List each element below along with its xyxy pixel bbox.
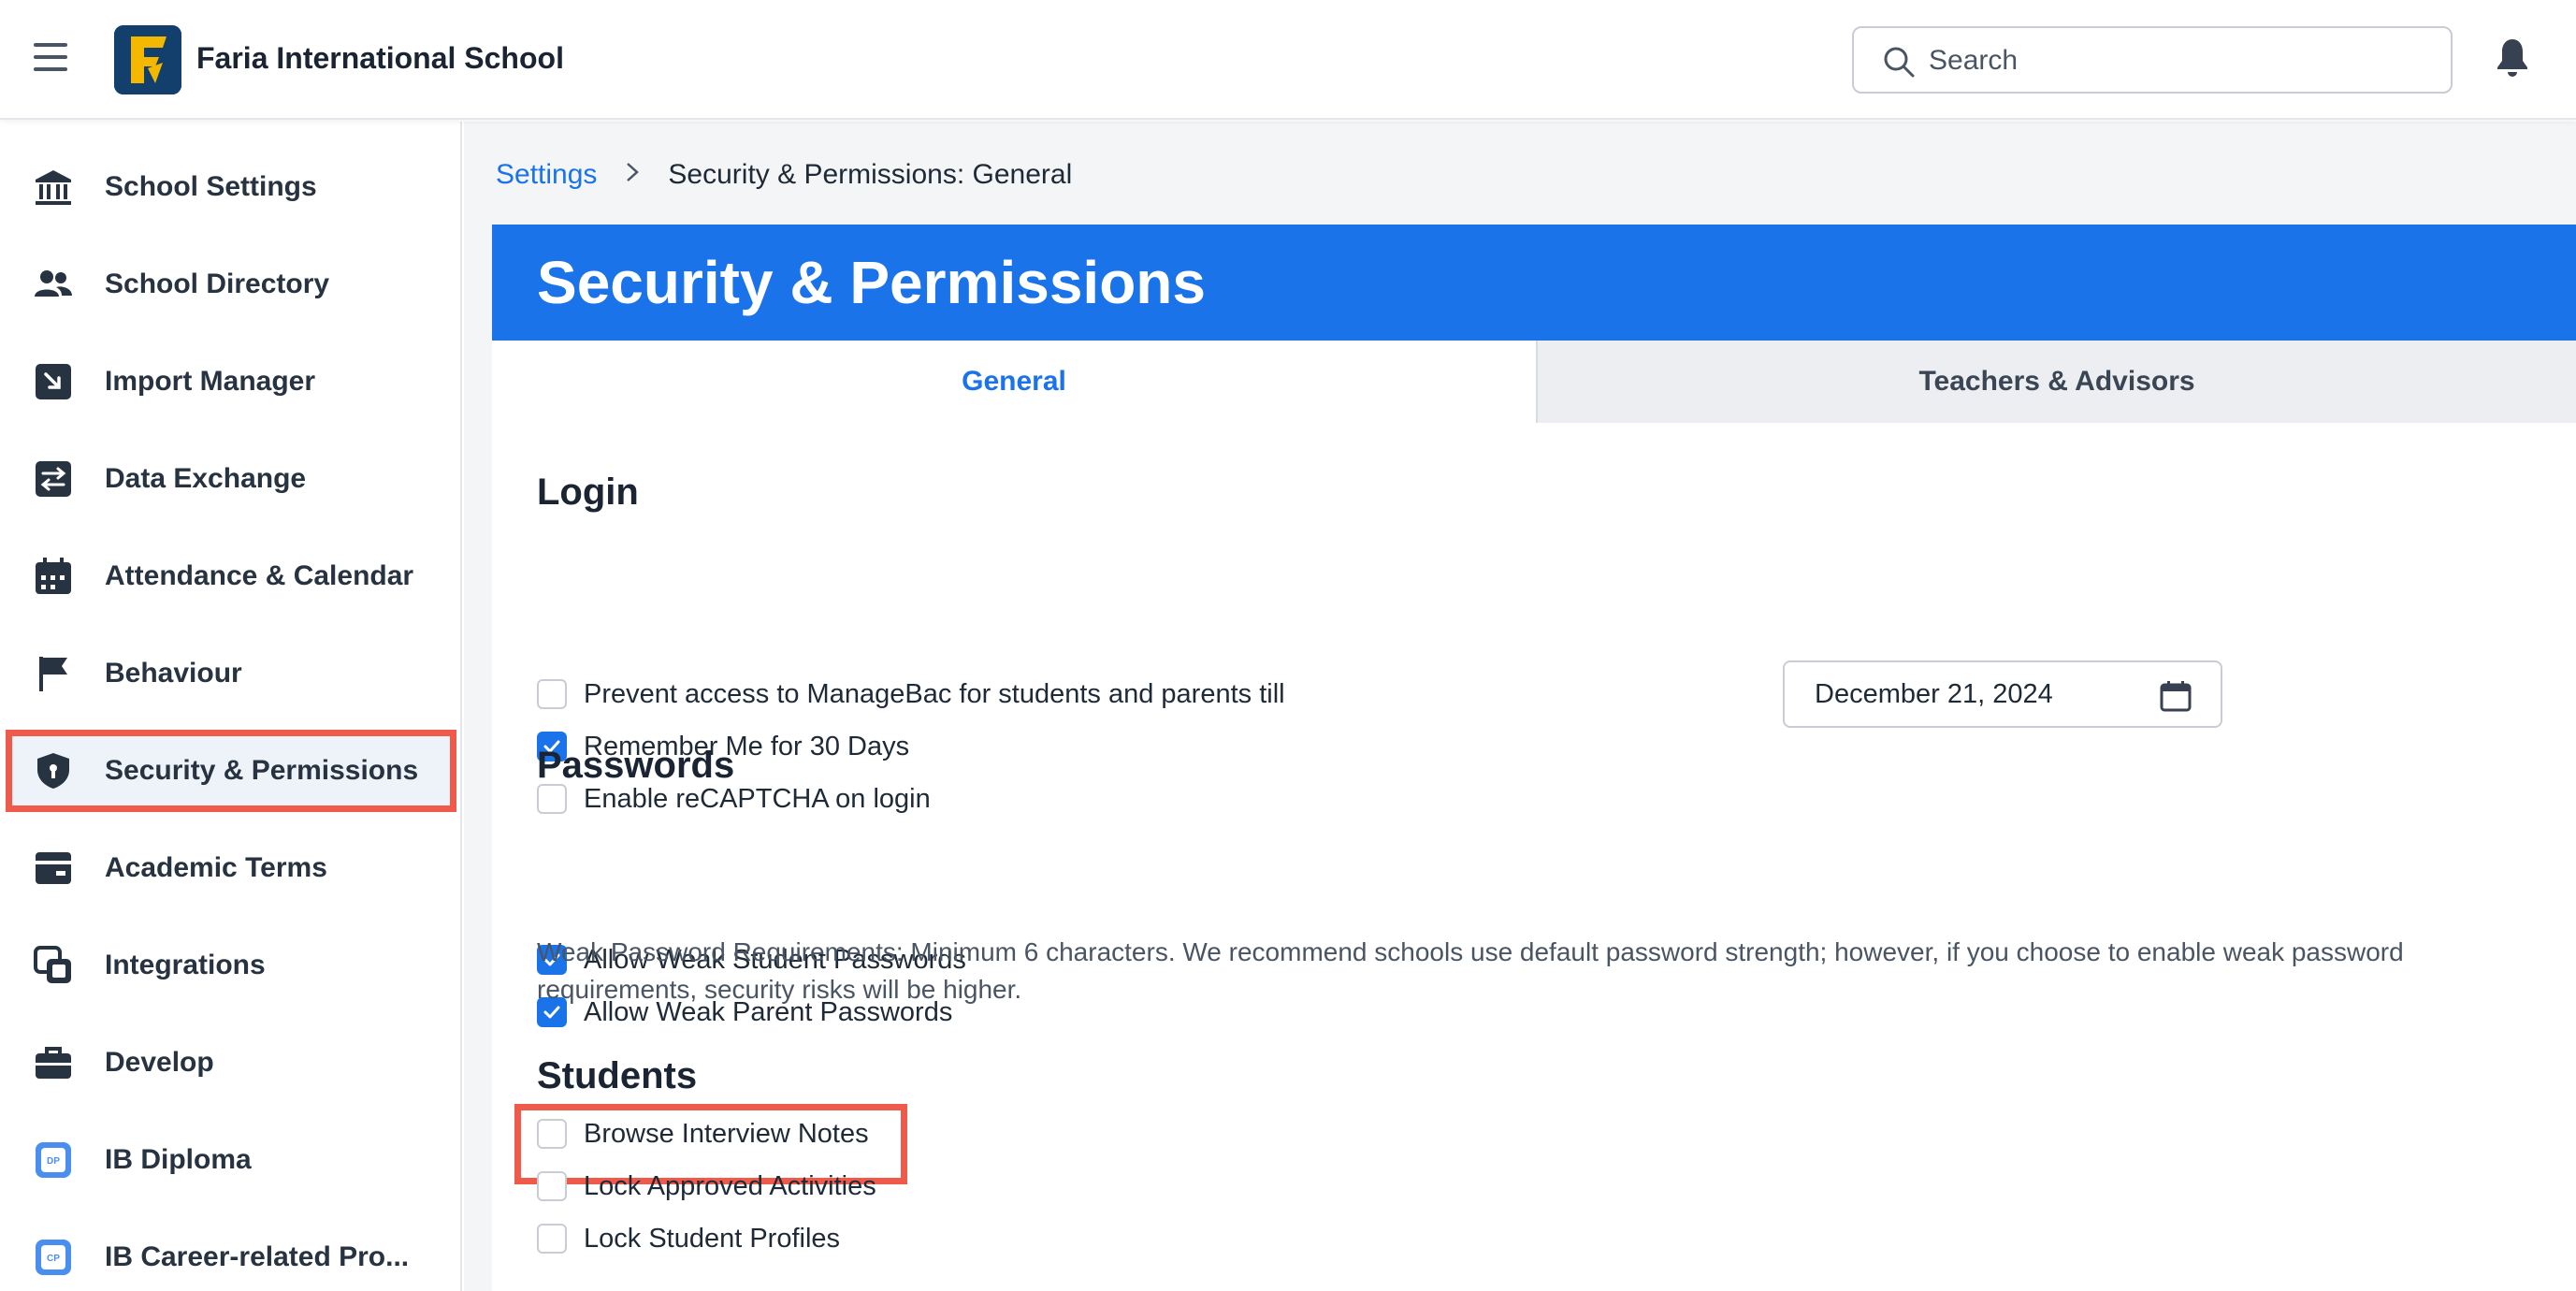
lock-approved-activities-option[interactable]: Lock Approved Activities — [537, 1168, 876, 1205]
bank-icon — [34, 167, 73, 207]
school-name[interactable]: Faria International School — [196, 41, 564, 76]
sidebar-item-label: Academic Terms — [105, 852, 327, 883]
settings-panel: Security & Permissions General Teachers … — [492, 225, 2576, 1291]
lock-approved-activities-label: Lock Approved Activities — [584, 1170, 876, 1201]
sidebar-item-academic-terms[interactable]: Academic Terms — [9, 831, 453, 906]
sidebar-item-data-exchange[interactable]: Data Exchange — [9, 442, 453, 516]
calendar-icon[interactable] — [2159, 679, 2192, 713]
svg-text:CP: CP — [47, 1254, 60, 1264]
browse-interview-notes-checkbox[interactable] — [537, 1119, 567, 1149]
sidebar-item-label: Integrations — [105, 950, 266, 980]
lock-approved-activities-checkbox[interactable] — [537, 1171, 567, 1201]
sidebar-item-label: IB Career-related Pro... — [105, 1241, 410, 1272]
recaptcha-label: Enable reCAPTCHA on login — [584, 783, 931, 814]
import-icon — [34, 362, 73, 401]
prevent-access-date-field[interactable]: December 21, 2024 — [1783, 660, 2222, 728]
prevent-access-option[interactable]: Prevent access to ManageBac for students… — [537, 675, 1285, 713]
sidebar-item-ib-diploma[interactable]: DP IB Diploma — [9, 1123, 453, 1197]
prevent-access-label: Prevent access to ManageBac for students… — [584, 678, 1285, 709]
tab-bar: General Teachers & Advisors — [492, 341, 2576, 423]
search-box[interactable] — [1852, 26, 2453, 94]
sidebar-item-school-settings[interactable]: School Settings — [9, 150, 453, 225]
lock-student-profiles-checkbox[interactable] — [537, 1224, 567, 1254]
chevron-right-icon — [625, 159, 640, 191]
browse-interview-notes-label: Browse Interview Notes — [584, 1118, 869, 1149]
calendar-icon — [34, 557, 73, 596]
flag-icon — [34, 654, 73, 693]
sidebar: School Settings School Directory Import … — [0, 122, 462, 1291]
sidebar-item-label: Security & Permissions — [105, 755, 419, 786]
sidebar-item-ib-career-related[interactable]: CP IB Career-related Pro... — [9, 1220, 453, 1291]
breadcrumb-settings-link[interactable]: Settings — [496, 159, 597, 191]
dp-icon: DP — [34, 1140, 73, 1180]
page-title: Security & Permissions — [492, 225, 2576, 341]
sidebar-item-label: School Settings — [105, 171, 317, 202]
sidebar-item-security-permissions[interactable]: Security & Permissions — [6, 730, 456, 812]
prevent-access-checkbox[interactable] — [537, 679, 567, 709]
terms-icon — [34, 849, 73, 888]
sidebar-item-school-directory[interactable]: School Directory — [9, 247, 453, 322]
integrations-icon — [34, 946, 73, 985]
tab-teachers-advisors[interactable]: Teachers & Advisors — [1536, 341, 2576, 423]
breadcrumb: Settings Security & Permissions: General — [496, 159, 1072, 191]
recaptcha-checkbox[interactable] — [537, 784, 567, 814]
sidebar-item-behaviour[interactable]: Behaviour — [9, 636, 453, 711]
sidebar-item-label: Behaviour — [105, 658, 242, 689]
svg-text:DP: DP — [47, 1156, 60, 1167]
briefcase-icon — [34, 1043, 73, 1082]
browse-interview-notes-option[interactable]: Browse Interview Notes — [537, 1115, 869, 1153]
sidebar-item-label: Data Exchange — [105, 463, 307, 494]
sidebar-item-integrations[interactable]: Integrations — [9, 928, 453, 1003]
people-icon — [34, 265, 73, 304]
cp-icon: CP — [34, 1238, 73, 1277]
main-content: Settings Security & Permissions: General… — [464, 122, 2576, 1291]
exchange-icon — [34, 459, 73, 499]
sidebar-item-label: Attendance & Calendar — [105, 560, 414, 591]
weak-password-note: Weak Password Requirements: Minimum 6 ch… — [537, 937, 2404, 1004]
sidebar-item-develop[interactable]: Develop — [9, 1025, 453, 1100]
school-logo[interactable] — [114, 25, 181, 94]
sidebar-item-label: Develop — [105, 1047, 214, 1078]
section-title-login: Login — [537, 471, 639, 513]
hamburger-menu-icon[interactable] — [34, 43, 67, 77]
top-bar: Faria International School — [0, 0, 2576, 120]
search-input[interactable] — [1929, 39, 2434, 82]
sidebar-item-label: Import Manager — [105, 366, 316, 397]
section-title-students: Students — [537, 1055, 698, 1096]
sidebar-item-label: IB Diploma — [105, 1144, 252, 1175]
notifications-bell-icon[interactable] — [2496, 37, 2529, 83]
sidebar-item-attendance-calendar[interactable]: Attendance & Calendar — [9, 539, 453, 614]
date-value: December 21, 2024 — [1815, 679, 2053, 709]
lock-student-profiles-option[interactable]: Lock Student Profiles — [537, 1220, 840, 1257]
sidebar-item-label: School Directory — [105, 268, 330, 299]
lock-student-profiles-label: Lock Student Profiles — [584, 1223, 841, 1254]
shield-icon — [34, 751, 73, 791]
sidebar-item-import-manager[interactable]: Import Manager — [9, 344, 453, 419]
search-icon — [1884, 47, 1915, 78]
section-title-passwords: Passwords — [537, 745, 735, 786]
breadcrumb-current: Security & Permissions: General — [668, 159, 1073, 190]
tab-general[interactable]: General — [492, 341, 1536, 423]
